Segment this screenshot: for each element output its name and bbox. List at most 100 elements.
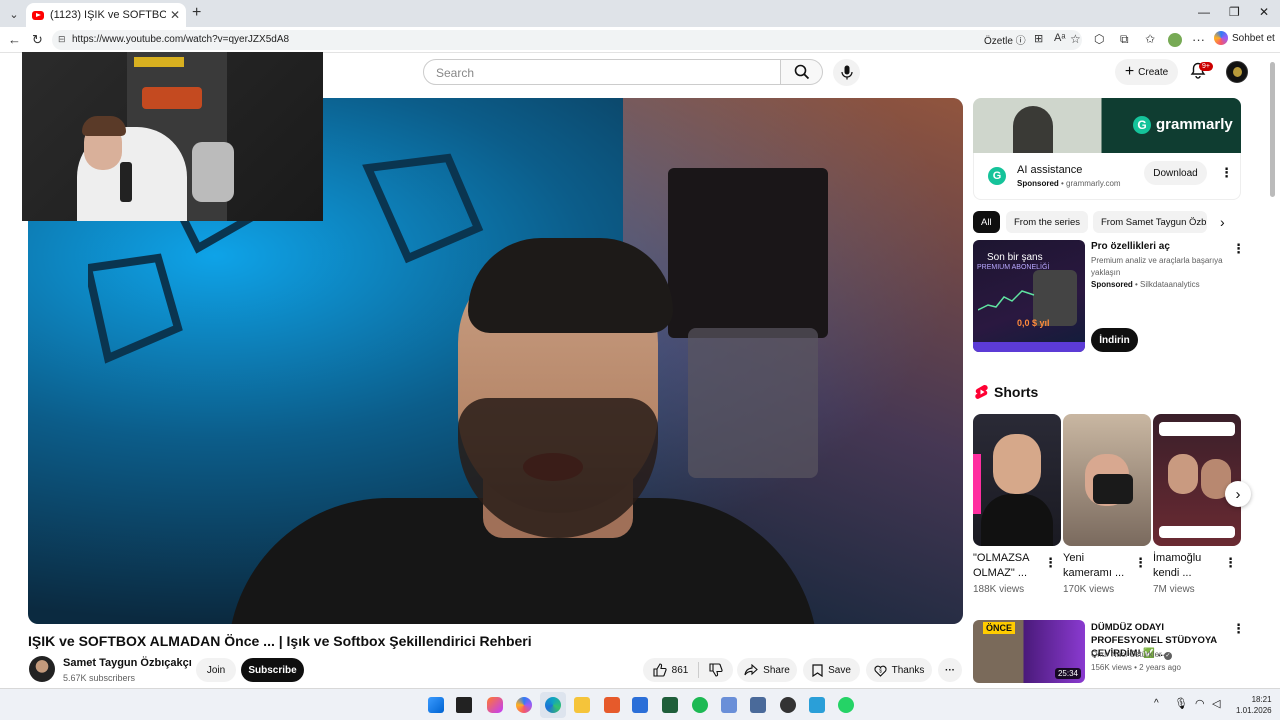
more-actions-icon[interactable]: ··· bbox=[938, 658, 962, 682]
tray-mic-icon[interactable]: 🎙 bbox=[1174, 697, 1188, 710]
ad-download-button[interactable]: Download bbox=[1144, 161, 1207, 185]
taskbar-clock[interactable]: 18:21 1.01.2026 bbox=[1236, 694, 1272, 716]
pro-ad-install-button[interactable]: İndirin bbox=[1091, 328, 1138, 352]
related-video-thumbnail[interactable]: ÖNCE 25:34 bbox=[973, 620, 1085, 683]
ad-thumb-bar bbox=[973, 342, 1085, 352]
extensions-icon[interactable]: ⬡ bbox=[1094, 32, 1104, 46]
page-scrollbar[interactable] bbox=[1270, 62, 1275, 197]
search-input[interactable]: Search bbox=[423, 59, 781, 85]
related-duration: 25:34 bbox=[1054, 668, 1081, 679]
wifi-icon[interactable]: ◠ bbox=[1195, 697, 1205, 710]
join-button[interactable]: Join bbox=[196, 658, 236, 682]
thanks-button[interactable]: $ Thanks bbox=[866, 658, 932, 682]
account-avatar[interactable] bbox=[1226, 61, 1248, 83]
video-app-icon[interactable] bbox=[809, 697, 825, 713]
chip-all[interactable]: All bbox=[973, 211, 1000, 233]
copilot-chat-button[interactable]: Sohbet et bbox=[1214, 31, 1275, 45]
tab-close-icon[interactable]: ✕ bbox=[170, 8, 180, 22]
window-close-icon[interactable]: ✕ bbox=[1259, 5, 1269, 19]
short-menu-icon-3[interactable]: ⋮ bbox=[1224, 555, 1237, 571]
app-icon-1[interactable] bbox=[487, 697, 503, 713]
like-count: 861 bbox=[671, 664, 689, 676]
summarize-button[interactable]: Özetle ⓘ bbox=[984, 32, 1026, 47]
save-button[interactable]: Save bbox=[803, 658, 860, 682]
create-button[interactable]: + Create bbox=[1115, 59, 1178, 85]
pro-ad-menu-icon[interactable]: ⋮ bbox=[1232, 241, 1245, 257]
short-thumbnail-3[interactable] bbox=[1153, 414, 1241, 546]
grammarly-ad-card[interactable]: G AI assistance Sponsored • grammarly.co… bbox=[973, 153, 1241, 200]
like-button[interactable]: 861 bbox=[653, 663, 689, 677]
ad-menu-icon[interactable]: ⋮ bbox=[1220, 165, 1233, 181]
edge-browser-icon[interactable] bbox=[545, 697, 561, 713]
webcam-person-hair bbox=[82, 116, 126, 136]
restore-icon[interactable]: ❐ bbox=[1229, 5, 1240, 19]
site-info-icon[interactable]: ⊟ bbox=[58, 34, 66, 45]
chips-next-chevron-icon[interactable]: › bbox=[1220, 214, 1225, 230]
address-bar[interactable]: ⊟ https://www.youtube.com/watch?v=qyerJZ… bbox=[52, 30, 1082, 50]
short-title-2[interactable]: Yeni kameramı ... bbox=[1063, 551, 1131, 581]
voice-search-button[interactable] bbox=[833, 59, 860, 86]
shorts-next-chevron-icon[interactable]: › bbox=[1225, 481, 1251, 507]
browser-toolbar: ← ↻ ⊟ https://www.youtube.com/watch?v=qy… bbox=[0, 27, 1280, 53]
file-explorer-icon[interactable] bbox=[574, 697, 590, 713]
short-menu-icon-1[interactable]: ⋮ bbox=[1044, 555, 1057, 571]
short2-camera bbox=[1093, 474, 1133, 504]
grammarly-ad-banner[interactable]: G grammarly bbox=[973, 98, 1241, 153]
microphone-icon bbox=[840, 65, 853, 80]
app-icon-3[interactable] bbox=[632, 697, 648, 713]
notepad-icon[interactable] bbox=[721, 697, 737, 713]
favorite-star-icon[interactable]: ☆ bbox=[1070, 32, 1081, 46]
browser-tab-youtube[interactable]: (1123) IŞIK ve SOFTBOX ALMADAN ✕ bbox=[26, 3, 186, 27]
short-thumbnail-1[interactable] bbox=[973, 414, 1061, 546]
pro-ad-thumbnail[interactable]: Son bir şans PREMIUM ABONELİĞİ 0,0 $ yıl bbox=[973, 240, 1085, 352]
app-icon-2[interactable] bbox=[604, 697, 620, 713]
thumbs-down-icon[interactable] bbox=[709, 663, 723, 677]
related-channel[interactable]: Onur Naci Öztürkler bbox=[1091, 650, 1162, 659]
back-arrow-icon[interactable]: ← bbox=[8, 32, 21, 47]
windows-start-icon[interactable] bbox=[428, 697, 444, 713]
channel-avatar[interactable] bbox=[29, 656, 55, 682]
obs-icon[interactable] bbox=[780, 697, 796, 713]
short-menu-icon-2[interactable]: ⋮ bbox=[1134, 555, 1147, 571]
immersive-reader-icon[interactable]: ⊞ bbox=[1034, 32, 1043, 45]
tab-list-chevron-icon[interactable]: ⌄ bbox=[4, 4, 24, 24]
related-menu-icon[interactable]: ⋮ bbox=[1232, 621, 1245, 637]
volume-icon[interactable]: ◁ bbox=[1212, 697, 1220, 710]
channel-name[interactable]: Samet Taygun Özbıçakçı bbox=[63, 657, 192, 669]
tray-chevron-icon[interactable]: ^ bbox=[1154, 698, 1159, 709]
search-button[interactable] bbox=[781, 59, 823, 85]
video-speaker-box bbox=[668, 168, 828, 338]
webcam-shelf-toy bbox=[134, 57, 184, 67]
split-screen-icon[interactable]: ⧉ bbox=[1120, 32, 1129, 47]
calculator-icon[interactable] bbox=[750, 697, 766, 713]
shorts-logo-icon bbox=[975, 384, 989, 405]
minimize-icon[interactable]: — bbox=[1198, 5, 1210, 19]
short-title-1[interactable]: "OLMAZSA OLMAZ" ... bbox=[973, 551, 1041, 581]
chip-from-series[interactable]: From the series bbox=[1006, 211, 1088, 233]
spotify-icon[interactable] bbox=[692, 697, 708, 713]
chip-from-channel[interactable]: From Samet Taygun Özbı bbox=[1093, 211, 1207, 233]
webcam-chair bbox=[192, 142, 234, 202]
subscribe-button[interactable]: Subscribe bbox=[241, 658, 304, 682]
favorites-icon[interactable]: ✩ bbox=[1145, 32, 1155, 46]
read-aloud-icon[interactable]: Aᵃ bbox=[1054, 32, 1065, 44]
task-view-icon[interactable] bbox=[456, 697, 472, 713]
reload-icon[interactable]: ↻ bbox=[32, 32, 43, 48]
terminal-icon[interactable] bbox=[662, 697, 678, 713]
ad-thumb-price: 0,0 $ yıl bbox=[1017, 318, 1050, 328]
short-title-3[interactable]: İmamoğlu kendi ... bbox=[1153, 551, 1221, 581]
svg-text:$: $ bbox=[879, 668, 882, 674]
ad-meta: Sponsored • grammarly.com bbox=[1017, 179, 1121, 188]
copilot-taskbar-icon[interactable] bbox=[516, 697, 532, 713]
profile-icon[interactable] bbox=[1168, 33, 1182, 47]
save-label: Save bbox=[828, 664, 851, 676]
short-thumbnail-2[interactable] bbox=[1063, 414, 1151, 546]
whatsapp-icon[interactable] bbox=[838, 697, 854, 713]
pro-ad-title[interactable]: Pro özellikleri aç bbox=[1091, 241, 1170, 252]
more-options-icon[interactable]: ··· bbox=[1192, 32, 1205, 47]
share-button[interactable]: Share bbox=[737, 658, 797, 682]
grammarly-logo-icon: G bbox=[1133, 116, 1151, 134]
short-views-2: 170K views bbox=[1063, 584, 1115, 595]
new-tab-button[interactable]: + bbox=[192, 4, 201, 22]
related-channel-row: Onur Naci Öztürkler ✓ bbox=[1091, 650, 1172, 660]
